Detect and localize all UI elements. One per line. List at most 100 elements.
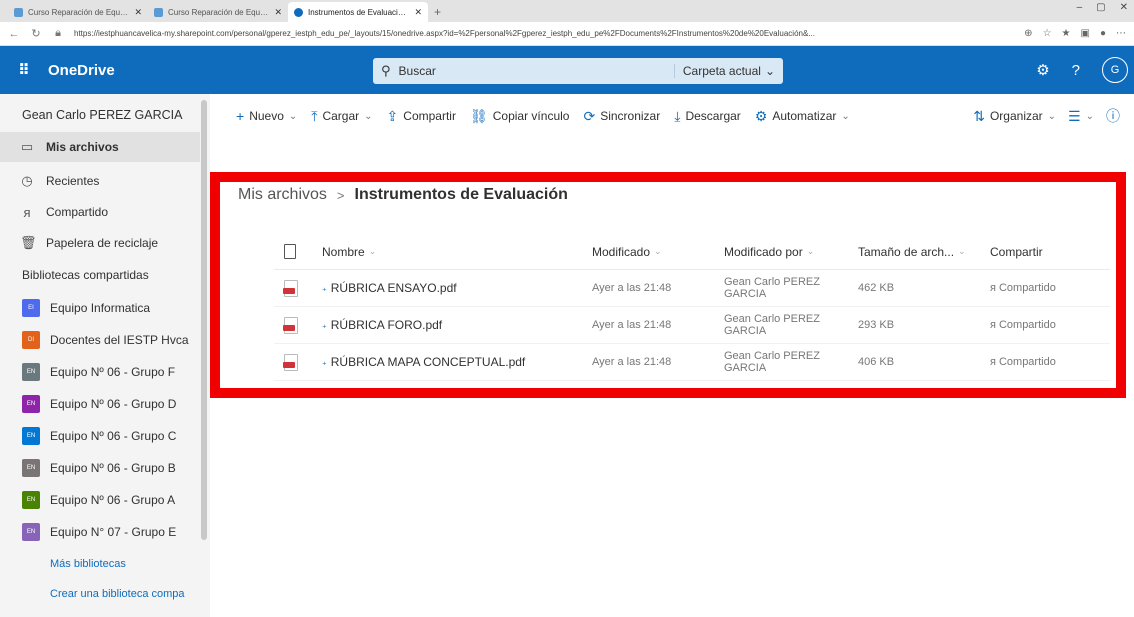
file-type-header[interactable] xyxy=(274,244,322,259)
library-item[interactable]: EN Equipo Nº 06 - Grupo B xyxy=(0,453,200,483)
table-row[interactable]: ⁺ RÚBRICA FORO.pdf Ayer a las 21:48 Gean… xyxy=(274,307,1110,344)
back-icon[interactable]: ← xyxy=(8,28,20,40)
sync-button[interactable]: ⟳ Sincronizar xyxy=(583,108,660,125)
pdf-file-icon xyxy=(283,353,298,371)
left-nav: Gean Carlo PEREZ GARCIA ▭ Mis archivos ◷… xyxy=(0,94,210,617)
upload-button[interactable]: ⤒ Cargar ⌄ xyxy=(311,108,372,125)
library-item[interactable]: EN Equipo Nº 06 - Grupo D xyxy=(0,389,200,419)
profile-icon[interactable]: ● xyxy=(1100,28,1106,39)
info-icon: ⓘ xyxy=(1106,108,1120,124)
nav-item-papelera[interactable]: 🗑︎ Papelera de reciclaje xyxy=(0,228,200,258)
browser-tab-active[interactable]: Instrumentos de Evaluación - Or ✕ xyxy=(288,2,428,22)
search-scope-dropdown[interactable]: Carpeta actual ⌄ xyxy=(673,64,775,78)
library-item[interactable]: EN Equipo N° 07 - Grupo E xyxy=(0,517,200,547)
close-icon[interactable]: ✕ xyxy=(414,7,422,18)
modified-by-cell: Gean Carlo PEREZ GARCIA xyxy=(724,313,820,337)
minimize-button[interactable]: – xyxy=(1077,2,1083,13)
details-pane-button[interactable]: ⓘ xyxy=(1106,106,1120,126)
column-header-modified[interactable]: Modificado ⌄ xyxy=(592,245,724,259)
more-libraries-link[interactable]: Más bibliotecas xyxy=(50,558,126,570)
close-icon[interactable]: ✕ xyxy=(274,7,282,18)
favorite-star-icon[interactable]: ☆ xyxy=(1043,28,1052,39)
sort-button[interactable]: ⇅ Organizar ⌄ xyxy=(973,108,1056,125)
sidebar-scrollbar[interactable] xyxy=(200,94,208,614)
refresh-icon[interactable]: ↻ xyxy=(30,27,42,40)
lock-icon[interactable]: 🔒︎ xyxy=(52,27,64,40)
browser-tab[interactable]: Curso Reparación de Equipos n ✕ xyxy=(8,2,148,22)
create-library-link[interactable]: Crear una biblioteca compa xyxy=(50,588,185,600)
copy-link-button[interactable]: ⛓ Copiar vínculo xyxy=(470,108,570,125)
sharing-cell[interactable]: ᴙ Compartido xyxy=(990,282,1110,294)
help-icon[interactable]: ? xyxy=(1072,62,1080,79)
tab-label: Curso Reparación de Equipos n xyxy=(28,7,129,17)
view-options-button[interactable]: ☰ ⌄ xyxy=(1068,108,1094,125)
settings-gear-icon[interactable]: ⚙ xyxy=(1036,61,1049,79)
search-scope-label: Carpeta actual xyxy=(682,64,761,78)
sharing-cell[interactable]: ᴙ Compartido xyxy=(990,319,1110,331)
maximize-button[interactable]: ▢ xyxy=(1096,2,1105,13)
people-icon: ᴙ xyxy=(23,204,31,220)
column-header-name[interactable]: Nombre ⌄ xyxy=(322,245,592,259)
breadcrumb: Mis archivos > Instrumentos de Evaluació… xyxy=(238,186,568,204)
command-label: Copiar vínculo xyxy=(492,109,570,123)
nav-item-label: Mis archivos xyxy=(46,140,119,154)
library-tile-icon: EN xyxy=(22,395,40,413)
address-bar: ← ↻ 🔒︎ https://iestphuancavelica-my.shar… xyxy=(0,22,1134,46)
close-icon[interactable]: ✕ xyxy=(134,7,142,18)
url-field[interactable]: https://iestphuancavelica-my.sharepoint.… xyxy=(74,29,1014,38)
chevron-down-icon: ⌄ xyxy=(958,246,966,256)
command-label: Descargar xyxy=(685,109,741,123)
column-header-label: Modificado xyxy=(592,244,651,259)
app-launcher-icon[interactable]: ⠿ xyxy=(0,46,48,94)
library-item[interactable]: EI Equipo Informatica xyxy=(0,293,200,323)
search-icon: ⚲ xyxy=(381,63,391,78)
column-header-size[interactable]: Tamaño de arch... ⌄ xyxy=(858,245,990,259)
download-button[interactable]: ⤓ Descargar xyxy=(674,108,741,125)
library-item[interactable]: DI Docentes del IESTP Hvca xyxy=(0,325,200,355)
close-window-button[interactable]: ✕ xyxy=(1120,2,1128,13)
scroll-thumb[interactable] xyxy=(201,100,207,540)
zoom-icon[interactable]: ⊕ xyxy=(1024,28,1032,39)
library-item[interactable]: EN Equipo Nº 06 - Grupo C xyxy=(0,421,200,451)
search-input[interactable]: Buscar xyxy=(399,64,674,78)
library-tile-icon: EN xyxy=(22,363,40,381)
new-tab-button[interactable]: + xyxy=(428,2,447,22)
chevron-down-icon: ⌄ xyxy=(806,246,815,256)
library-tile-icon: EN xyxy=(22,459,40,477)
nav-item-compartido[interactable]: ᴙ Compartido xyxy=(0,197,200,227)
app-title[interactable]: OneDrive xyxy=(48,62,115,79)
nav-item-recientes[interactable]: ◷ Recientes xyxy=(0,166,200,196)
library-item[interactable]: EN Equipo Nº 06 - Grupo A xyxy=(0,485,200,515)
file-name-link[interactable]: RÚBRICA FORO.pdf xyxy=(331,318,442,332)
share-button[interactable]: ⇪ Compartir xyxy=(387,108,456,125)
collections-icon[interactable]: ▣ xyxy=(1081,28,1090,39)
new-button[interactable]: + Nuevo ⌄ xyxy=(236,108,297,124)
command-label: Sincronizar xyxy=(600,109,661,123)
search-box[interactable]: ⚲ Buscar Carpeta actual ⌄ xyxy=(373,58,783,84)
table-row[interactable]: ⁺ RÚBRICA MAPA CONCEPTUAL.pdf Ayer a las… xyxy=(274,344,1110,381)
file-name-link[interactable]: RÚBRICA MAPA CONCEPTUAL.pdf xyxy=(331,355,526,369)
library-tile-icon: EN xyxy=(22,523,40,541)
command-label: Organizar xyxy=(989,109,1043,123)
more-icon[interactable]: ⋯ xyxy=(1116,28,1126,39)
modified-cell: Ayer a las 21:48 xyxy=(592,282,672,294)
document-icon xyxy=(284,244,296,259)
command-bar: + Nuevo ⌄ ⤒ Cargar ⌄ ⇪ Compartir ⛓ Copia… xyxy=(212,96,1134,136)
cloud-favicon-icon xyxy=(294,7,303,17)
library-item[interactable]: EN Equipo Nº 06 - Grupo F xyxy=(0,357,200,387)
breadcrumb-root[interactable]: Mis archivos xyxy=(238,186,327,204)
column-header-modified-by[interactable]: Modificado por ⌄ xyxy=(724,245,858,259)
modified-by-cell: Gean Carlo PEREZ GARCIA xyxy=(724,276,820,300)
sharing-cell[interactable]: ᴙ Compartido xyxy=(990,356,1110,368)
nav-item-mis-archivos[interactable]: ▭ Mis archivos xyxy=(0,132,200,162)
favorites-icon[interactable]: ★ xyxy=(1062,28,1071,39)
file-type-cell xyxy=(274,353,322,371)
automate-button[interactable]: ⚙ Automatizar ⌄ xyxy=(755,108,850,125)
column-header-sharing[interactable]: Compartir xyxy=(990,245,1110,259)
table-row[interactable]: ⁺ RÚBRICA ENSAYO.pdf Ayer a las 21:48 Ge… xyxy=(274,270,1110,307)
sharing-status: Compartido xyxy=(998,356,1056,368)
avatar[interactable]: G xyxy=(1102,57,1128,83)
browser-tab[interactable]: Curso Reparación de Equipos n ✕ xyxy=(148,2,288,22)
file-name-link[interactable]: RÚBRICA ENSAYO.pdf xyxy=(331,281,457,295)
chevron-down-icon: ⌄ xyxy=(364,110,373,122)
